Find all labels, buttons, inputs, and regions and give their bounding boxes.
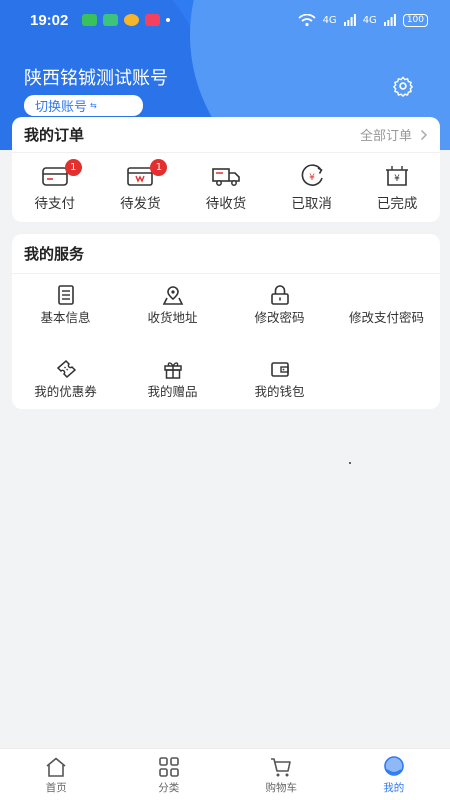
- order-status-cancelled[interactable]: ¥ 已取消: [269, 163, 355, 212]
- chevron-right-icon: [420, 129, 428, 140]
- coupon-icon: [56, 359, 76, 379]
- service-label: 修改密码: [254, 310, 305, 325]
- all-orders-link[interactable]: 全部订单: [360, 125, 428, 144]
- switch-account-button[interactable]: 切换账号 ⇆: [24, 95, 143, 116]
- order-status-pending-receipt[interactable]: 待收货: [183, 164, 269, 212]
- tab-label: 分类: [158, 782, 180, 794]
- status-time: 19:02: [30, 11, 69, 29]
- tab-home[interactable]: 首页: [0, 749, 113, 800]
- order-status-label: 待发货: [120, 195, 161, 212]
- orders-card: 我的订单 全部订单 1 待支付 1 待发货 待收货 ¥ 已取消 ¥ 已完成: [12, 117, 440, 222]
- bottom-tab-bar: 首页 分类 购物车 我的: [0, 748, 450, 800]
- service-change-pay-password[interactable]: 修改支付密码: [333, 284, 440, 358]
- account-section: 陕西铭铖测试账号 切换账号 ⇆: [24, 64, 168, 116]
- signal-icon: [383, 14, 396, 26]
- gift-icon: [163, 362, 182, 379]
- tab-label: 我的: [383, 782, 405, 794]
- signal-icon: [343, 14, 356, 26]
- order-status-label: 已取消: [291, 195, 332, 212]
- cart-icon: [271, 758, 292, 777]
- services-grid: 基本信息 收货地址 修改密码 修改支付密码 我的优惠券 我的赠品 我的钱包: [12, 274, 440, 420]
- svg-text:¥: ¥: [309, 173, 315, 183]
- service-label: 我的钱包: [254, 384, 305, 399]
- order-badge: 1: [150, 158, 168, 176]
- weibo-app-icon: [124, 14, 140, 26]
- delivery-truck-icon: [212, 167, 240, 186]
- status-bar: 19:02 4G 4G 100: [0, 0, 450, 40]
- receipt-yen-icon: ¥: [386, 165, 409, 186]
- service-coupons[interactable]: 我的优惠券: [12, 358, 119, 420]
- document-icon: [57, 285, 74, 305]
- order-status-label: 待支付: [34, 195, 76, 212]
- signal-label: 4G: [322, 14, 337, 26]
- settings-gear-icon[interactable]: [392, 75, 414, 97]
- tab-category[interactable]: 分类: [113, 749, 226, 800]
- order-badge: 1: [64, 158, 82, 176]
- tab-cart[interactable]: 购物车: [225, 749, 338, 800]
- service-label: 修改支付密码: [348, 310, 424, 325]
- order-status-label: 待收货: [205, 195, 247, 212]
- account-name: 陕西铭铖测试账号: [24, 68, 168, 89]
- service-label: 基本信息: [40, 310, 91, 325]
- battery-icon: 100: [402, 13, 428, 27]
- order-status-label: 已完成: [376, 195, 418, 212]
- orders-title: 我的订单: [24, 126, 85, 144]
- status-indicators: 4G 4G 100: [297, 13, 428, 27]
- service-label: 我的赠品: [147, 384, 198, 399]
- orders-header: 我的订单 全部订单: [12, 117, 440, 153]
- notification-icons: [82, 14, 171, 26]
- svg-text:¥: ¥: [394, 174, 400, 184]
- message-app-icon: [82, 14, 98, 26]
- service-label: 我的优惠券: [34, 384, 97, 399]
- tab-profile[interactable]: 我的: [338, 749, 450, 800]
- services-title: 我的服务: [24, 245, 85, 263]
- home-icon: [46, 757, 66, 777]
- tab-label: 购物车: [265, 782, 298, 794]
- more-notifications-icon: [166, 18, 171, 22]
- signal-label: 4G: [362, 14, 377, 26]
- orders-status-list: 1 待支付 1 待发货 待收货 ¥ 已取消 ¥ 已完成: [12, 153, 440, 222]
- switch-account-label: 切换账号: [35, 100, 88, 115]
- services-card: 我的服务 基本信息 收货地址 修改密码 修改支付密码 我的优惠券 我的赠品 我的…: [12, 234, 440, 409]
- profile-icon: [383, 756, 404, 776]
- service-change-password[interactable]: 修改密码: [226, 284, 333, 358]
- service-wallet[interactable]: 我的钱包: [226, 358, 333, 420]
- category-grid-icon: [158, 757, 179, 777]
- location-map-icon: [162, 286, 183, 305]
- swap-icon: ⇆: [90, 101, 97, 110]
- wallet-icon: [270, 362, 289, 377]
- stray-dot: [349, 462, 351, 464]
- service-label: 收货地址: [147, 310, 198, 325]
- services-header: 我的服务: [12, 234, 440, 274]
- lock-icon: [270, 285, 289, 305]
- all-orders-label: 全部订单: [359, 129, 412, 144]
- refund-yen-icon: ¥: [301, 163, 323, 186]
- order-status-completed[interactable]: ¥ 已完成: [354, 164, 440, 212]
- video-app-icon: [145, 14, 161, 26]
- service-basic-info[interactable]: 基本信息: [12, 284, 119, 358]
- order-status-pending-payment[interactable]: 1 待支付: [12, 158, 98, 212]
- shield-app-icon: [103, 14, 119, 26]
- service-gifts[interactable]: 我的赠品: [119, 358, 226, 420]
- tab-label: 首页: [45, 782, 67, 794]
- service-shipping-address[interactable]: 收货地址: [119, 284, 226, 358]
- wifi-icon: [297, 13, 316, 26]
- order-status-pending-shipment[interactable]: 1 待发货: [98, 158, 184, 212]
